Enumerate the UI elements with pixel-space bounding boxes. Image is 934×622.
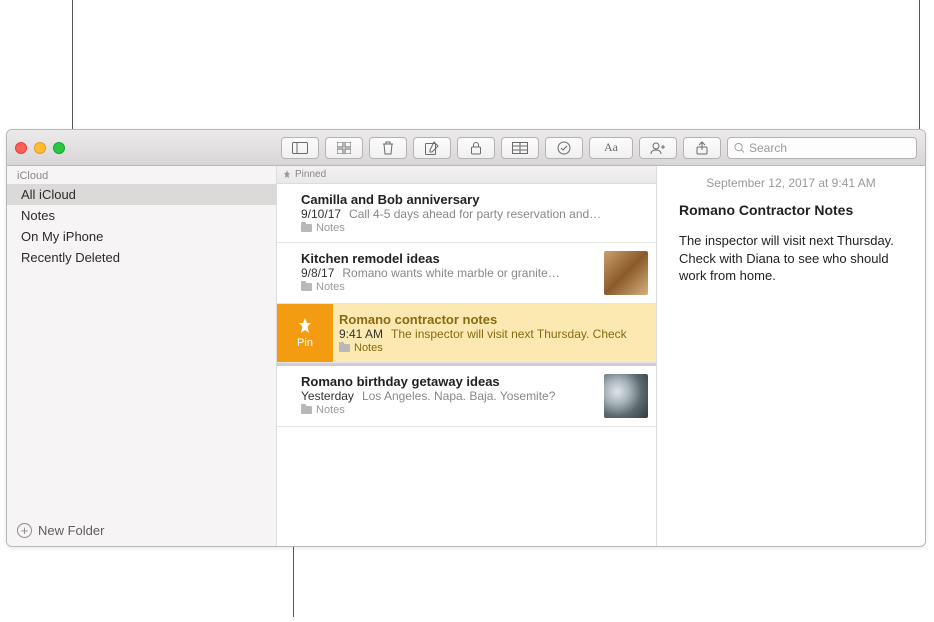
share-icon <box>696 141 708 155</box>
folder-icon <box>339 344 350 352</box>
note-subtitle: 9/10/17Call 4-5 days ahead for party res… <box>301 207 648 221</box>
new-folder-button[interactable]: + New Folder <box>7 515 276 546</box>
delete-button[interactable] <box>369 137 407 159</box>
pinned-section-header: Pinned <box>277 166 656 184</box>
note-thumbnail <box>604 374 648 418</box>
table-icon <box>512 142 528 154</box>
table-button[interactable] <box>501 137 539 159</box>
note-body[interactable]: The inspector will visit next Thursday. … <box>679 232 903 285</box>
sidebar-item-notes[interactable]: Notes <box>7 205 276 226</box>
note-title: Kitchen remodel ideas <box>301 251 596 266</box>
sidebar-item-recently-deleted[interactable]: Recently Deleted <box>7 247 276 268</box>
lock-button[interactable] <box>457 137 495 159</box>
close-window-button[interactable] <box>15 142 27 154</box>
note-subtitle: 9:41 AMThe inspector will visit next Thu… <box>339 327 648 341</box>
sidebar-section-label: iCloud <box>7 166 276 184</box>
gallery-view-icon <box>337 142 351 154</box>
pin-swipe-action[interactable]: Pin <box>277 304 333 362</box>
note-heading: Romano Contractor Notes <box>679 202 903 218</box>
zoom-window-button[interactable] <box>53 142 65 154</box>
checklist-icon <box>557 141 571 155</box>
note-folder: Notes <box>301 222 648 234</box>
note-folder: Notes <box>301 281 596 293</box>
lock-icon <box>470 141 482 155</box>
minimize-window-button[interactable] <box>34 142 46 154</box>
window-body: iCloud All iCloud Notes On My iPhone Rec… <box>7 166 925 546</box>
sidebar-toggle-button[interactable] <box>281 137 319 159</box>
window-controls <box>15 142 65 154</box>
pin-icon <box>296 317 314 335</box>
note-row[interactable]: Camilla and Bob anniversary 9/10/17Call … <box>277 184 656 243</box>
checklist-button[interactable] <box>545 137 583 159</box>
plus-circle-icon: + <box>17 523 32 538</box>
note-folder: Notes <box>339 342 648 354</box>
note-row[interactable]: Romano birthday getaway ideas YesterdayL… <box>277 366 656 427</box>
folder-icon <box>301 224 312 232</box>
gallery-view-button[interactable] <box>325 137 363 159</box>
folder-icon <box>301 283 312 291</box>
note-title: Romano birthday getaway ideas <box>301 374 596 389</box>
note-folder: Notes <box>301 404 596 416</box>
search-field[interactable] <box>727 137 917 159</box>
search-input[interactable] <box>749 141 910 155</box>
sidebar-item-all-icloud[interactable]: All iCloud <box>7 184 276 205</box>
notes-window: Aa iCloud All iCloud Notes On My iPhone … <box>6 129 926 547</box>
compose-icon <box>425 141 439 155</box>
note-title: Camilla and Bob anniversary <box>301 192 648 207</box>
note-subtitle: YesterdayLos Angeles. Napa. Baja. Yosemi… <box>301 389 596 403</box>
search-icon <box>734 142 745 154</box>
sidebar-item-on-my-iphone[interactable]: On My iPhone <box>7 226 276 247</box>
folder-icon <box>301 406 312 414</box>
compose-button[interactable] <box>413 137 451 159</box>
format-button[interactable]: Aa <box>589 137 633 159</box>
note-title: Romano contractor notes <box>339 312 648 327</box>
note-row-selected[interactable]: Pin Romano contractor notes 9:41 AMThe i… <box>277 304 656 363</box>
add-people-icon <box>650 141 666 155</box>
new-folder-label: New Folder <box>38 523 104 538</box>
note-date-line: September 12, 2017 at 9:41 AM <box>679 176 903 190</box>
add-people-button[interactable] <box>639 137 677 159</box>
note-list: Pinned Camilla and Bob anniversary 9/10/… <box>277 166 657 546</box>
sidebar: iCloud All iCloud Notes On My iPhone Rec… <box>7 166 277 546</box>
note-thumbnail <box>604 251 648 295</box>
share-button[interactable] <box>683 137 721 159</box>
pin-icon <box>283 170 291 180</box>
sidebar-toggle-icon <box>292 142 308 154</box>
note-row[interactable]: Kitchen remodel ideas 9/8/17Romano wants… <box>277 243 656 304</box>
format-icon: Aa <box>604 140 618 155</box>
note-subtitle: 9/8/17Romano wants white marble or grani… <box>301 266 596 280</box>
note-editor[interactable]: September 12, 2017 at 9:41 AM Romano Con… <box>657 166 925 546</box>
toolbar: Aa <box>7 130 925 166</box>
trash-icon <box>382 141 394 155</box>
